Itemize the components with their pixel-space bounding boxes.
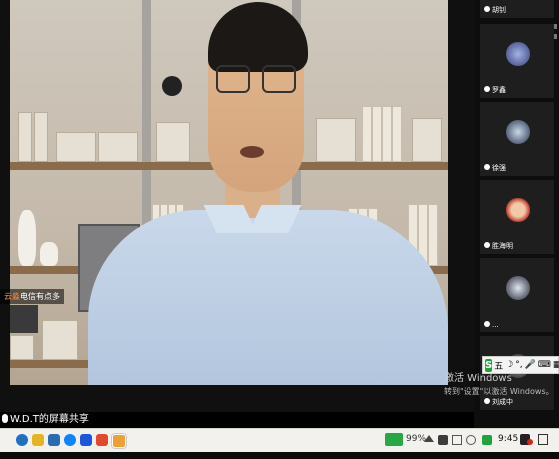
microphone-icon [2, 414, 8, 423]
book [382, 106, 392, 162]
participant-label: 刘成中 [484, 397, 513, 407]
moon-icon[interactable]: ☽ [505, 360, 513, 370]
speaker-decoration [10, 305, 38, 333]
mic-icon [484, 86, 490, 92]
book [392, 106, 402, 162]
file-explorer-icon[interactable] [32, 434, 44, 446]
action-center-icon[interactable] [538, 434, 548, 445]
meeting-app-icon[interactable] [80, 434, 92, 446]
notification-badge [527, 439, 533, 445]
volume-icon[interactable] [466, 435, 476, 445]
binder [18, 112, 32, 162]
mic-icon [484, 164, 490, 170]
mic-icon [484, 398, 490, 404]
glasses [214, 65, 300, 97]
speaker-nameplate: 云淼电信有点多 [0, 289, 64, 304]
person-mouth [240, 146, 264, 158]
windows-activation-watermark: 激活 Windows 转到"设置"以激活 Windows。 [444, 372, 554, 398]
network-icon[interactable] [438, 435, 448, 445]
keyboard-icon[interactable]: ⌨ [538, 360, 551, 370]
participant-label: 胜海明 [484, 241, 513, 251]
participant-tile[interactable]: 胡钊 [480, 0, 554, 18]
book [372, 106, 382, 162]
book [362, 106, 372, 162]
mic-icon [484, 6, 490, 12]
mail-icon[interactable] [48, 434, 60, 446]
storage-box [412, 118, 442, 162]
binder [34, 112, 48, 162]
participant-label: ... [484, 321, 499, 329]
share-label-text: W.D.T的屏幕共享 [10, 414, 89, 425]
chevron-up-icon[interactable] [424, 435, 434, 442]
participant-tile[interactable]: ... [480, 258, 554, 332]
storage-box [316, 118, 356, 162]
speaker-subtitle: 电信有点多 [20, 292, 60, 301]
storage-box [42, 320, 78, 360]
video-background [10, 0, 448, 385]
participant-avatar [506, 198, 530, 222]
participant-avatar [506, 276, 530, 300]
participant-tile[interactable]: 罗鑫 [480, 24, 554, 98]
book [428, 204, 438, 266]
ime-mode[interactable]: 五 [494, 359, 503, 372]
active-app-icon[interactable] [112, 434, 126, 448]
battery-percent: 99% [406, 434, 427, 444]
participant-tile[interactable]: 徐强 [480, 102, 554, 176]
storage-box [156, 122, 190, 162]
bowl [40, 242, 58, 266]
participant-avatar [506, 42, 530, 66]
grid-icon[interactable]: ▦ [553, 360, 559, 370]
storage-box [56, 132, 96, 162]
vase [18, 210, 36, 266]
sogou-logo-icon[interactable]: S [485, 358, 493, 372]
windows-taskbar: 99% 9:45 [0, 428, 559, 452]
main-video[interactable]: 云淼电信有点多 [0, 0, 474, 412]
edge-icon[interactable] [16, 434, 28, 446]
sogou-tray-icon[interactable] [482, 435, 492, 445]
screen-share-label[interactable]: W.D.T的屏幕共享 [0, 412, 476, 428]
participant-avatar [506, 120, 530, 144]
mic-icon [484, 242, 490, 248]
qq-browser-icon[interactable] [64, 434, 76, 446]
ime-toolbar[interactable]: S 五 ☽ °, 🎤 ⌨ ▦ [482, 356, 559, 374]
person-torso [88, 210, 448, 385]
storage-box [98, 132, 138, 162]
clock-decoration [162, 76, 182, 96]
battery-icon[interactable] [385, 433, 403, 446]
wps-icon[interactable] [96, 434, 108, 446]
participant-label: 罗鑫 [484, 85, 506, 95]
tablet-icon[interactable] [452, 435, 462, 445]
punctuation-icon[interactable]: °, [515, 360, 522, 370]
activation-subtitle: 转到"设置"以激活 Windows。 [444, 387, 554, 396]
storage-box [10, 335, 34, 360]
mic-icon [484, 321, 490, 327]
participant-label: 胡钊 [484, 5, 506, 15]
participant-tile[interactable]: 胜海明 [480, 180, 554, 254]
microphone-icon[interactable]: 🎤 [525, 360, 536, 370]
participant-label: 徐强 [484, 163, 506, 173]
system-clock[interactable]: 9:45 [498, 434, 518, 444]
bottom-edge [0, 452, 559, 459]
speaker-name: 云淼 [4, 292, 20, 301]
